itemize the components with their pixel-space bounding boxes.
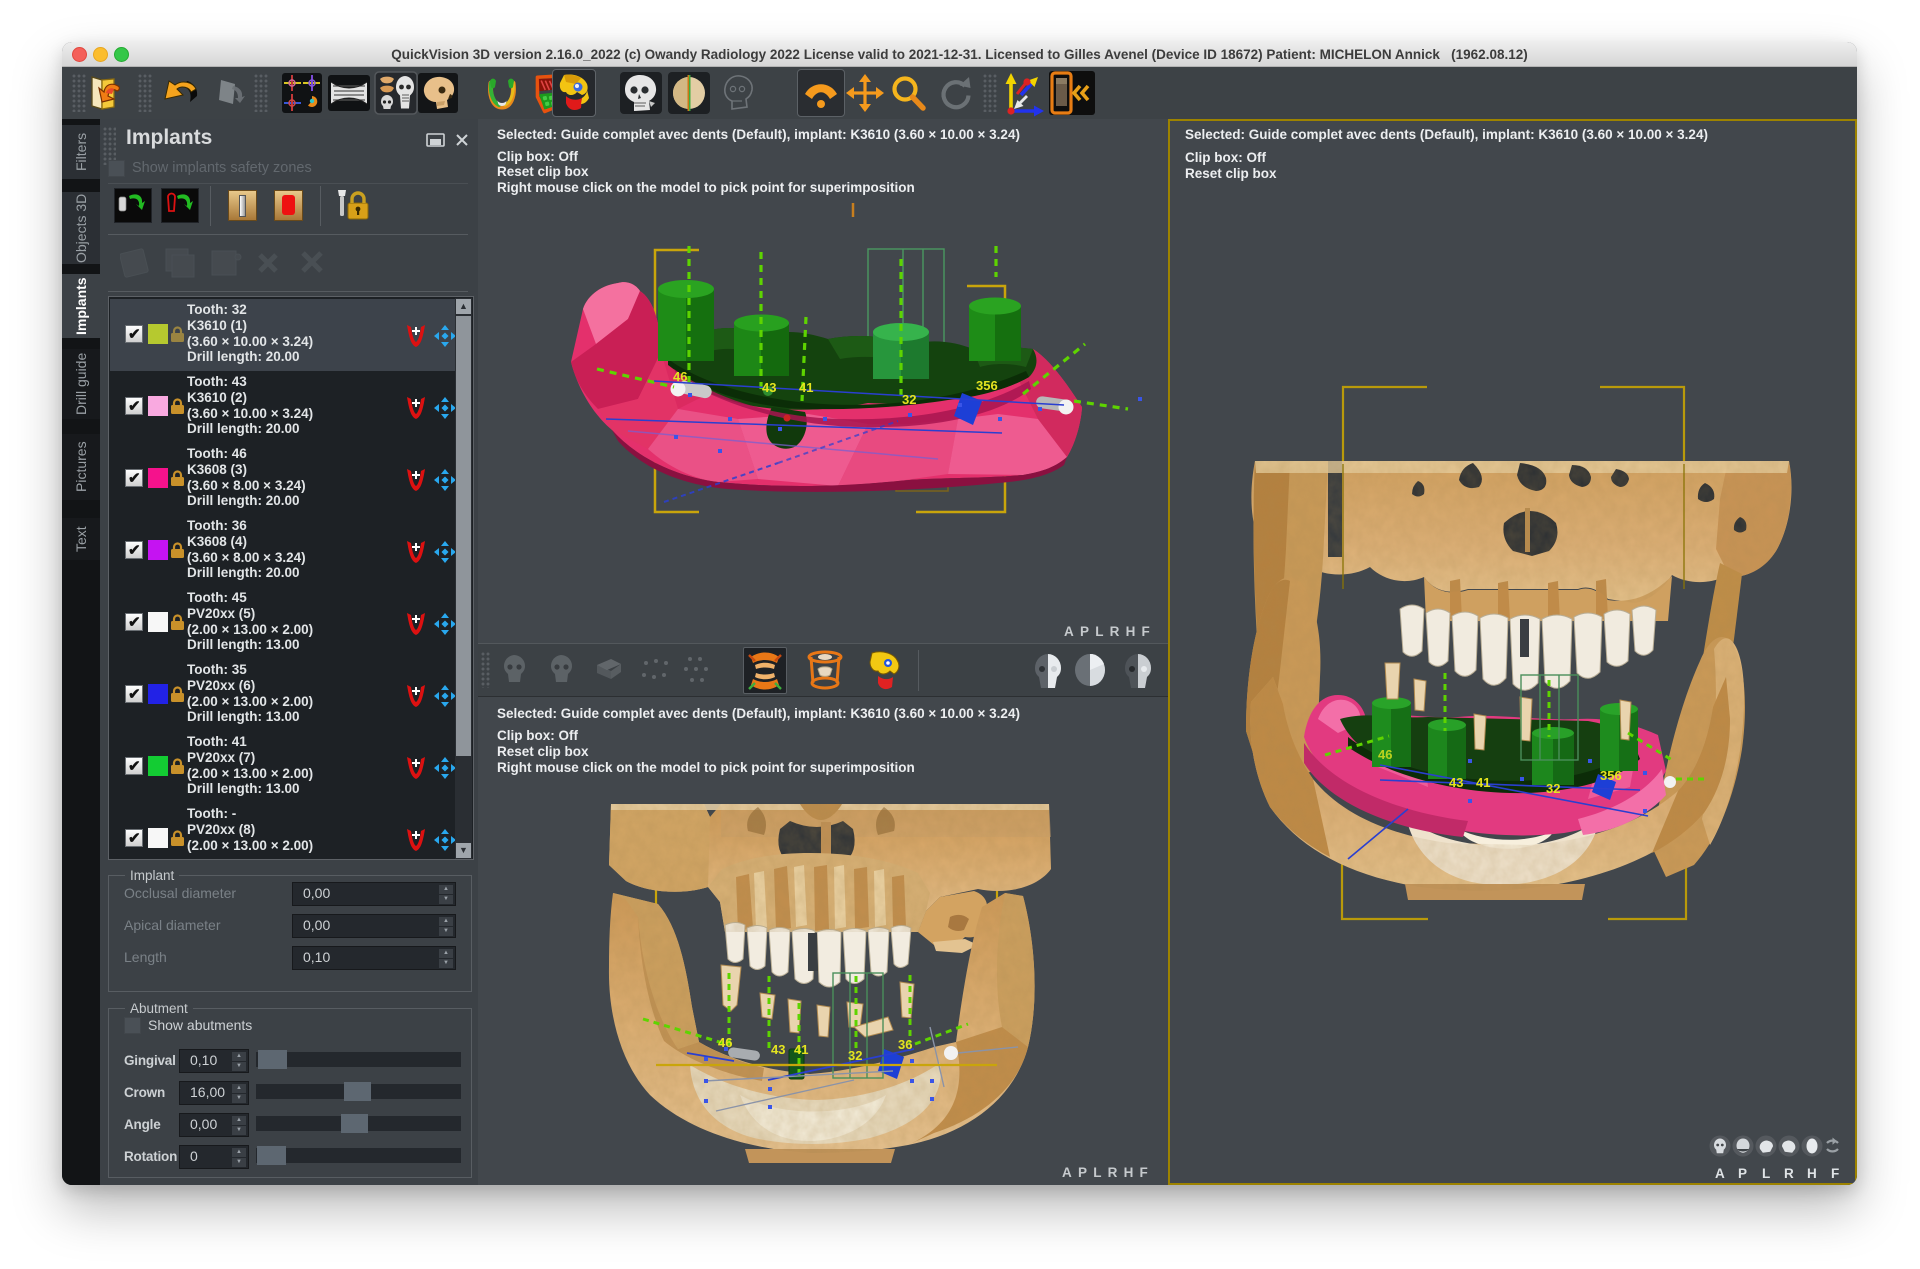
svg-text:41: 41 — [1476, 775, 1490, 790]
svg-text:46: 46 — [1378, 747, 1392, 762]
svg-text:46: 46 — [718, 1035, 732, 1050]
svg-text:32: 32 — [902, 392, 916, 407]
svg-text:32: 32 — [848, 1048, 862, 1063]
svg-text:41: 41 — [799, 380, 813, 395]
svg-text:43: 43 — [762, 380, 776, 395]
svg-text:43: 43 — [771, 1042, 785, 1057]
svg-text:356: 356 — [976, 378, 998, 393]
svg-text:46: 46 — [673, 369, 687, 384]
svg-text:36: 36 — [898, 1037, 912, 1052]
svg-text:43: 43 — [1449, 775, 1463, 790]
svg-text:41: 41 — [794, 1042, 808, 1057]
svg-text:356: 356 — [1600, 768, 1622, 783]
svg-text:APLRHF: APLRHF — [1715, 1166, 1839, 1181]
svg-text:32: 32 — [1546, 781, 1560, 796]
